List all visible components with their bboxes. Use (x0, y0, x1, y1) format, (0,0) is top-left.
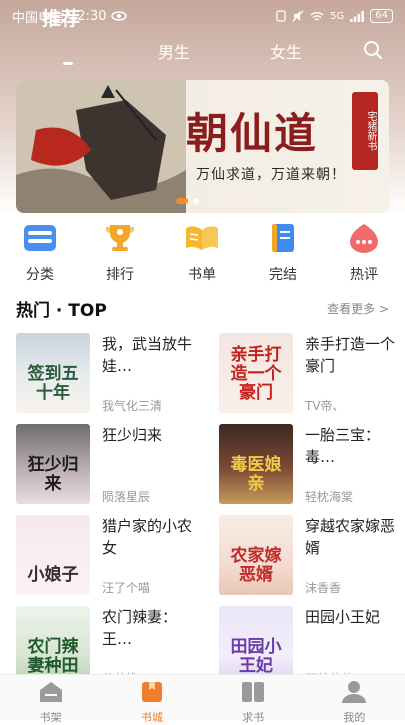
category-booklist[interactable]: 书单 (167, 222, 237, 284)
pager-dot (176, 198, 188, 204)
cover-title: 毒医娘亲 (230, 455, 282, 494)
nav-bookstore[interactable]: 书城 (101, 675, 202, 724)
cover-title: 签到五十年 (27, 364, 79, 403)
nfc-icon (276, 10, 286, 22)
eye-icon (111, 11, 128, 21)
cover-title: 亲手打造一个豪门 (230, 345, 282, 403)
book-author: 陨落星辰 (102, 490, 151, 504)
nav-label: 我的 (343, 711, 366, 724)
book-author: 轻枕海棠 (305, 490, 354, 504)
book-author: TV帝、 (305, 399, 345, 413)
banner-subtitle: 万仙求道，万道来朝！ (196, 167, 346, 183)
book-cover[interactable]: 亲手打造一个豪门 (219, 333, 293, 413)
request-book-icon (242, 682, 265, 702)
category-ranking[interactable]: 排行 (85, 222, 155, 284)
cover-title: 农门辣妻种田 (27, 637, 79, 676)
finished-book-icon (272, 224, 294, 252)
banner-seal: 宅猪新书 (352, 92, 378, 170)
book-card[interactable]: 毒医娘亲 一胎三宝：毒… 轻枕海棠 (219, 424, 404, 504)
cover-title: 农家嫁恶婿 (230, 546, 282, 585)
category-label: 热评 (350, 267, 378, 283)
category-hot-review[interactable]: 热评 (329, 222, 399, 284)
banner-illustration (16, 80, 186, 213)
cover-title: 狂少归来 (27, 455, 79, 494)
book-card[interactable]: 亲手打造一个豪门 亲手打造一个豪门 TV帝、 (219, 333, 404, 413)
cover-title: 田园小王妃 (230, 637, 282, 676)
book-cover[interactable]: 签到五十年 (16, 333, 90, 413)
comment-icon (350, 224, 378, 253)
book-author: 汪了个喵 (102, 581, 151, 595)
category-label: 排行 (106, 267, 134, 283)
book-cover[interactable]: 毒医娘亲 (219, 424, 293, 504)
hot-top-header: 热门 · TOP 查看更多 > (16, 296, 389, 321)
mute-icon (292, 10, 304, 22)
banner-title: 朝仙道 (186, 109, 319, 158)
book-card[interactable]: 小娘子 猎户家的小农女 汪了个喵 (16, 515, 201, 595)
book-title: 我，武当放牛娃… (102, 335, 193, 375)
book-title: 农门辣妻：王… (102, 608, 178, 648)
signal-icon (350, 10, 365, 22)
view-more-link[interactable]: 查看更多 > (327, 300, 389, 317)
book-cover[interactable]: 农家嫁恶婿 (219, 515, 293, 595)
category-icon (24, 225, 56, 251)
pager-dot (193, 198, 199, 204)
bottom-navigation: 书架 书城 求书 我的 (0, 674, 405, 724)
book-title: 狂少归来 (102, 426, 163, 444)
cover-title: 小娘子 (27, 565, 79, 585)
book-cover[interactable]: 狂少归来 (16, 424, 90, 504)
category-finished[interactable]: 完结 (248, 222, 318, 284)
book-card[interactable]: 签到五十年 我，武当放牛娃… 我气化三清 (16, 333, 201, 413)
category-classify[interactable]: 分类 (5, 222, 75, 284)
book-title: 一胎三宝：毒… (305, 426, 381, 466)
search-icon[interactable] (363, 40, 383, 60)
network-label: 5G (330, 10, 345, 22)
tab-female[interactable]: 女生 (270, 39, 302, 63)
tab-male[interactable]: 男生 (158, 39, 190, 63)
book-title: 猎户家的小农女 (102, 517, 193, 557)
banner-seal-text: 宅猪新书 (365, 111, 376, 151)
category-label: 书单 (188, 267, 216, 283)
wifi-icon (310, 11, 324, 21)
book-title: 亲手打造一个豪门 (305, 335, 396, 375)
open-book-icon (186, 226, 218, 250)
banner-pager (176, 198, 199, 204)
nav-label: 书架 (39, 711, 62, 724)
book-card[interactable]: 狂少归来 狂少归来 陨落星辰 (16, 424, 201, 504)
nav-profile[interactable]: 我的 (304, 675, 405, 724)
book-author: 我气化三清 (102, 399, 163, 413)
nav-request-book[interactable]: 求书 (203, 675, 304, 724)
trophy-icon (106, 225, 134, 251)
nav-label: 求书 (242, 711, 265, 724)
book-author: 沫香香 (305, 581, 342, 595)
category-label: 完结 (269, 267, 297, 283)
category-label: 分类 (26, 267, 54, 283)
book-cover[interactable]: 小娘子 (16, 515, 90, 595)
promo-banner[interactable]: 宅猪新书 朝仙道 万仙求道，万道来朝！ (16, 80, 389, 213)
bookstore-icon (141, 682, 162, 702)
section-title: 热门 · TOP (16, 301, 107, 321)
book-title: 田园小王妃 (305, 608, 381, 626)
tab-recommend[interactable]: 推荐 (42, 4, 80, 31)
book-card[interactable]: 农家嫁恶婿 穿越农家嫁恶婿 沫香香 (219, 515, 404, 595)
book-title: 穿越农家嫁恶婿 (305, 517, 396, 557)
category-row: 分类 排行 书单 完结 热评 (0, 222, 405, 284)
bookshelf-icon (39, 682, 62, 702)
nav-bookshelf[interactable]: 书架 (0, 675, 101, 724)
nav-label: 书城 (140, 711, 163, 724)
profile-icon (342, 681, 367, 703)
battery-indicator: 64 (370, 9, 393, 23)
tab-indicator (63, 62, 73, 65)
